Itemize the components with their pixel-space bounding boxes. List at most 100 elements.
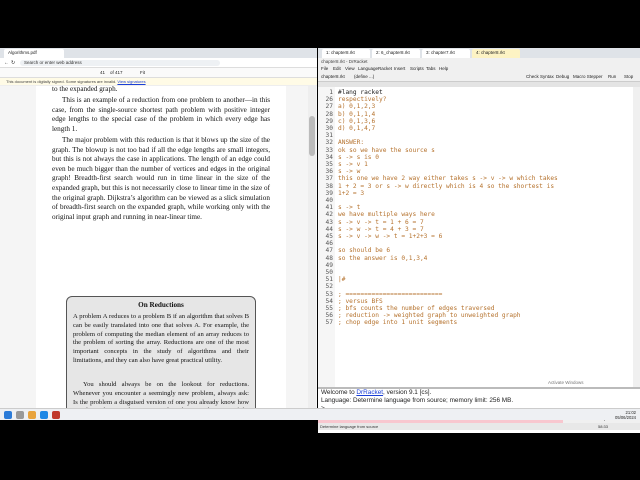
scrollbar-thumb[interactable] — [309, 116, 315, 156]
signature-notice-text: This document is digitally signed. Some … — [6, 79, 117, 84]
code-line[interactable]: s -> v -> w -> t = 1+2+3 = 6 — [338, 233, 442, 240]
zoom-select[interactable]: Fit — [140, 70, 145, 75]
start-icon[interactable] — [4, 411, 12, 419]
paragraph: This is an example of a reduction from o… — [52, 96, 270, 133]
interactions-pane[interactable]: Welcome to DrRacket, version 9.1 [cs]. L… — [318, 387, 640, 410]
code-line[interactable]: s -> v -> t = 1 + 6 = 7 — [338, 219, 424, 226]
line-number: 53 — [325, 290, 333, 298]
racket-icon[interactable] — [52, 411, 60, 419]
code-line[interactable]: b) 0,1,1,4 — [338, 111, 375, 118]
page-number[interactable]: 41 — [100, 70, 105, 75]
menu-help[interactable]: Help — [439, 65, 448, 72]
code-line[interactable]: so the answer is 0,1,3,4 — [338, 255, 427, 262]
line-number-gutter: 1 26 27 28 29 30 31 32 33 34 35 36 37 38 39 40 41 42 43 44 4… — [318, 87, 335, 387]
define-menu-button[interactable]: (define ...) — [354, 74, 374, 80]
code-line[interactable]: s -> w — [338, 168, 360, 175]
definitions-editor[interactable]: 1 26 27 28 29 30 31 32 33 34 35 36 37 38 39 40 41 42 43 44 4… — [318, 87, 640, 387]
file-tab[interactable]: 2: 6_chapter8.rkt — [372, 49, 420, 58]
code-line[interactable]: ANSWER: — [338, 139, 364, 146]
code-line[interactable]: |# — [338, 276, 345, 283]
menu-bar: File Edit View Language Racket Insert Sc… — [318, 65, 640, 72]
line-number: 26 — [325, 96, 333, 104]
code-line[interactable]: 1 + 2 = 3 or s -> w directly which is 4 … — [338, 183, 554, 190]
line-number: 27 — [325, 103, 333, 111]
code-line[interactable]: s -> w -> t = 4 + 3 = 7 — [338, 226, 424, 233]
file-tab[interactable]: 1: chapter8.rkt — [322, 49, 370, 58]
code-line[interactable]: this one we have 2 way either takes s ->… — [338, 175, 558, 182]
code-line[interactable]: ; chop edge into 1 unit segments — [338, 319, 457, 326]
code-line[interactable]: ; ========================== — [338, 291, 442, 298]
line-number: 33 — [325, 146, 333, 154]
pdf-scrollbar[interactable] — [308, 86, 316, 410]
drracket-tab-bar: 1: chapter8.rkt 2: 6_chapter8.rkt 3: cha… — [318, 48, 640, 58]
activate-windows-watermark: Activate Windows — [548, 380, 584, 385]
view-signatures-link[interactable]: View signatures — [117, 79, 145, 84]
code-line[interactable]: ok so we have the source s — [338, 147, 435, 154]
line-number: 45 — [325, 233, 333, 240]
check-syntax-button[interactable]: Check Syntax — [526, 74, 554, 80]
code-line[interactable]: s -> v 1 — [338, 161, 368, 168]
filename-button[interactable]: chapter8.rkt — [321, 74, 345, 80]
code-line[interactable]: ; bfs counts the number of edges travers… — [338, 305, 494, 312]
address-input[interactable]: Search or enter web address — [20, 60, 220, 66]
debug-button[interactable]: Debug — [556, 74, 569, 80]
paragraph: The major problem with this reduction is… — [52, 136, 270, 221]
line-number: 40 — [325, 197, 333, 204]
pdf-viewer-window: Algorithms.pdf ← ↻ Search or enter web a… — [0, 48, 317, 410]
line-number: 37 — [325, 175, 333, 183]
menu-file[interactable]: File — [321, 65, 328, 72]
code-line[interactable]: c) 0,1,3,6 — [338, 118, 375, 125]
line-number: 52 — [325, 283, 333, 291]
callout-paragraph: A problem A reduces to a problem B if an… — [73, 313, 249, 364]
menu-racket[interactable]: Racket — [378, 65, 392, 72]
code-line[interactable]: ; reduction -> weighted graph to unweigh… — [338, 312, 521, 319]
refresh-icon[interactable]: ↻ — [11, 60, 15, 66]
search-icon[interactable] — [16, 411, 24, 419]
line-number: 51 — [325, 276, 333, 284]
file-tab[interactable]: 3: chapter7.rkt — [422, 49, 470, 58]
file-tab-active[interactable]: 4: chapter8.rkt — [472, 49, 520, 58]
line-number: 1 — [329, 89, 333, 96]
line-number: 44 — [325, 225, 333, 233]
menu-edit[interactable]: Edit — [333, 65, 341, 72]
line-number: 41 — [325, 204, 333, 212]
line-number: 49 — [325, 261, 333, 269]
drracket-link[interactable]: DrRacket — [356, 389, 383, 396]
back-icon[interactable]: ← — [4, 60, 9, 66]
menu-insert[interactable]: Insert — [394, 65, 405, 72]
code-line[interactable]: #lang racket — [338, 89, 383, 96]
editor-scrollbar[interactable] — [633, 87, 640, 387]
clock[interactable]: 21:02 05/06/2024 — [615, 410, 636, 420]
code-line[interactable]: d) 0,1,4,7 — [338, 125, 375, 132]
run-button[interactable]: Run — [608, 74, 616, 80]
menu-view[interactable]: View — [345, 65, 355, 72]
callout-paragraph: You should always be on the lookout for … — [73, 381, 249, 410]
line-number: 30 — [325, 125, 333, 132]
line-number: 50 — [325, 269, 333, 276]
browser-tab[interactable]: Algorithms.pdf — [4, 49, 64, 58]
line-number: 55 — [325, 305, 333, 312]
window-title: chapter8.rkt - DrRacket — [318, 58, 640, 65]
reductions-callout-box: On Reductions A problem A reduces to a p… — [66, 296, 256, 410]
line-number: 32 — [325, 139, 333, 147]
code-line[interactable]: 1+2 = 3 — [338, 190, 364, 197]
code-line[interactable]: so should be 6 — [338, 247, 390, 254]
code-line[interactable]: ; versus BFS — [338, 298, 383, 305]
code-line[interactable]: a) 0,1,2,3 — [338, 103, 375, 110]
code-line[interactable]: respectively? — [338, 96, 386, 103]
code-line[interactable]: s -> t — [338, 204, 360, 211]
menu-tabs[interactable]: Tabs — [426, 65, 436, 72]
line-number: 47 — [325, 247, 333, 255]
file-explorer-icon[interactable] — [28, 411, 36, 419]
macro-stepper-button[interactable]: Macro Stepper — [573, 74, 603, 80]
line-number: 57 — [325, 319, 333, 327]
code-line[interactable]: we have multiple ways here — [338, 211, 435, 218]
menu-scripts[interactable]: Scripts — [410, 65, 424, 72]
code-line[interactable]: s -> s is 0 — [338, 154, 379, 161]
stop-button[interactable]: Stop — [624, 74, 633, 80]
line-number: 43 — [325, 218, 333, 226]
edge-icon[interactable] — [40, 411, 48, 419]
menu-language[interactable]: Language — [358, 65, 378, 72]
address-bar-row: ← ↻ Search or enter web address — [0, 58, 317, 68]
language-status[interactable]: Determine language from source — [320, 424, 378, 429]
